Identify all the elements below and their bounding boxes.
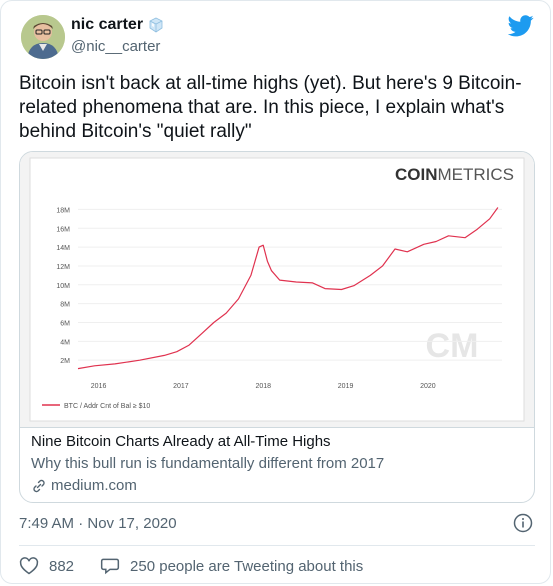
author-name[interactable]: nic carter	[71, 16, 143, 34]
legend-label: BTC / Addr Cnt of Bal ≥ $10	[64, 403, 150, 410]
ice-cube-icon	[149, 17, 163, 33]
link-card-description: Why this bull run is fundamentally diffe…	[31, 455, 385, 472]
x-tick-label: 2018	[255, 383, 271, 390]
tweet-card[interactable]: nic carter @nic__carter Bitcoin isn't ba…	[0, 0, 551, 584]
y-tick-label: 14M	[56, 245, 70, 252]
link-card-image[interactable]: COINMETRICS CM 2M 4M 6M 8M 10M 12M 14M 16M 18M 2…	[20, 152, 534, 427]
conversation-button[interactable]: 250 people are Tweeting about this	[100, 556, 363, 576]
link-card[interactable]: COINMETRICS CM 2M 4M 6M 8M 10M 12M 14M 16M 18M 2…	[19, 151, 535, 503]
conversation-text: 250 people are Tweeting about this	[130, 557, 364, 575]
y-tick-label: 8M	[60, 302, 70, 309]
cm-watermark: CM	[426, 327, 479, 365]
y-tick-label: 10M	[56, 283, 70, 290]
link-icon	[33, 479, 45, 492]
x-tick-label: 2019	[338, 383, 354, 390]
timestamp[interactable]: 7:49 AM · Nov 17, 2020	[19, 515, 177, 532]
speech-bubble-icon	[100, 558, 120, 575]
heart-icon	[19, 557, 39, 575]
author-handle[interactable]: @nic__carter	[71, 38, 160, 55]
y-tick-label: 6M	[60, 320, 70, 327]
y-tick-label: 16M	[56, 226, 70, 233]
y-tick-label: 2M	[60, 358, 70, 365]
link-card-domain-text: medium.com	[51, 477, 137, 494]
coinmetrics-logo: COINMETRICS	[395, 165, 514, 184]
x-tick-label: 2016	[91, 383, 107, 390]
link-card-title[interactable]: Nine Bitcoin Charts Already at All-Time …	[31, 433, 331, 450]
x-tick-label: 2017	[173, 383, 189, 390]
y-tick-label: 12M	[56, 264, 70, 271]
y-tick-label: 4M	[60, 339, 70, 346]
info-icon[interactable]	[513, 513, 533, 533]
avatar[interactable]	[21, 15, 65, 59]
y-tick-label: 18M	[56, 207, 70, 214]
twitter-bird-icon[interactable]	[508, 15, 534, 37]
like-count: 882	[49, 557, 75, 575]
link-card-domain: medium.com	[31, 477, 137, 494]
chart: COINMETRICS CM 2M 4M 6M 8M 10M 12M 14M 16M 18M 2…	[29, 157, 525, 422]
x-tick-label: 2020	[420, 383, 436, 390]
like-button[interactable]: 882	[19, 556, 74, 576]
tweet-text: Bitcoin isn't back at all-time highs (ye…	[19, 73, 522, 142]
